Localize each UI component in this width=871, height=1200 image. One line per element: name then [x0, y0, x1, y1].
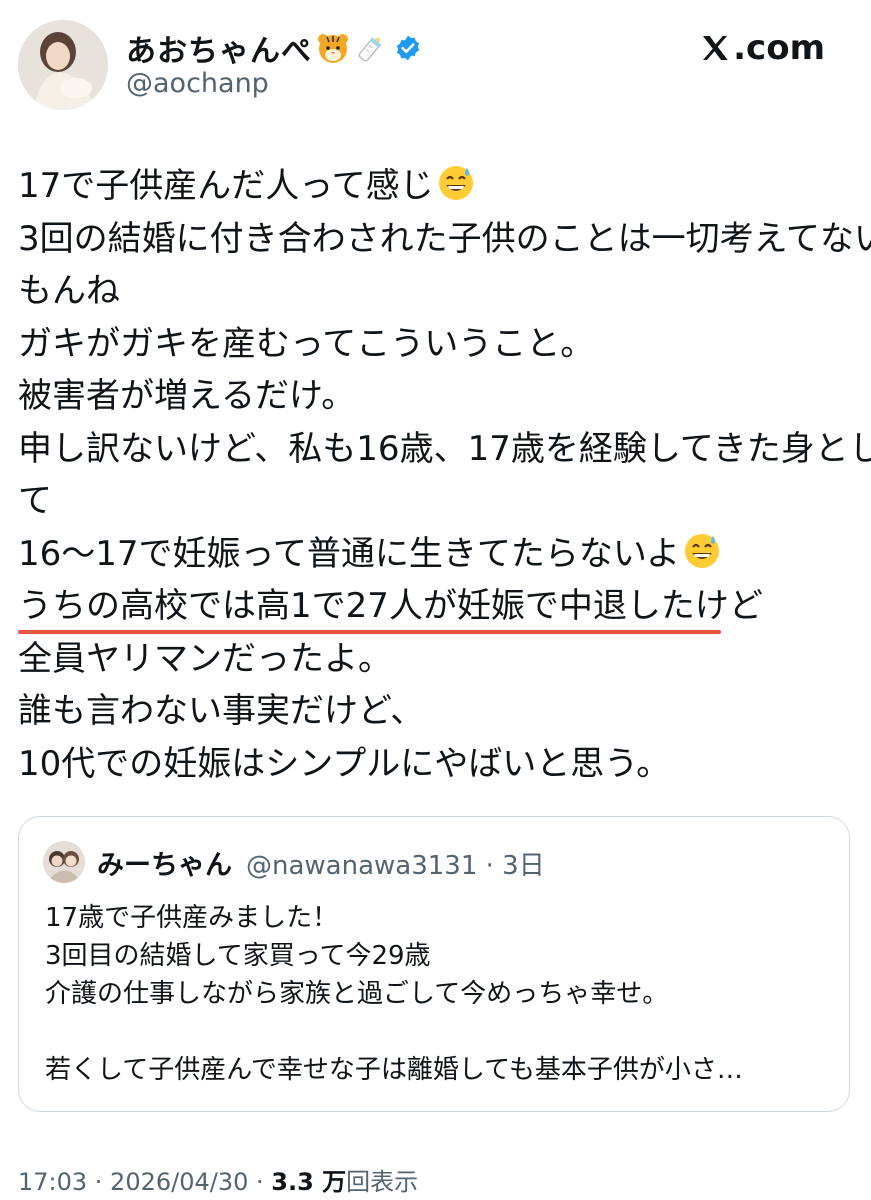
quoted-author-name[interactable]: みーちゃん	[97, 843, 232, 882]
author-avatar[interactable]	[18, 20, 108, 110]
tweet-text: 17で子供産んだ人って感じ 3回の結婚に付き合わされた子供のことは一切考えてない…	[18, 160, 871, 790]
tweet-line: 17で子供産んだ人って感じ	[18, 160, 858, 213]
tweet-line: 被害者が増えるだけ。	[18, 376, 356, 416]
tweet-header: あおちゃんぺ @aochanp .com	[0, 0, 871, 130]
tweet-line: ガキがガキを産むってこういうこと。	[18, 323, 595, 364]
quoted-line: 若くして子供産んで幸せな子は離婚しても基本子供が小さ…	[45, 1055, 743, 1085]
tweet-metadata: 17:03 · 2026/04/30 · 3.3 万回表示	[18, 1162, 418, 1197]
quoted-tweet-text: 17歳で子供産みました！ 3回目の結婚して家買って今29歳 介護の仕事しながら家…	[45, 899, 835, 1089]
tweet-line: 16〜17で妊娠って普通に生きてたらないよ	[18, 528, 858, 581]
brand-domain: .com	[733, 28, 825, 68]
tiger-face-emoji-icon	[316, 31, 350, 65]
tweet-line-highlighted: うちの高校では高1で27人が妊娠で中退したけど	[18, 580, 858, 634]
tweet-line: もんね	[18, 271, 120, 311]
author-handle[interactable]: @aochanp	[126, 68, 269, 99]
view-label: 回表示	[346, 1168, 419, 1196]
quoted-line-blank	[45, 1013, 835, 1051]
tweet-line: 誰も言わない事実だけど、	[18, 691, 425, 731]
tweet-line: 3回の結婚に付き合わされた子供のことは一切考えてない	[18, 218, 871, 259]
author-name-row: あおちゃんぺ	[126, 26, 422, 70]
quoted-author-avatar[interactable]	[43, 841, 85, 883]
quoted-tweet-card[interactable]: みーちゃん @nawanawa3131 · 3日 17歳で子供産みました！ 3回…	[18, 816, 850, 1112]
quoted-author-handle-time[interactable]: @nawanawa3131 · 3日	[246, 845, 545, 882]
tweet-line: 全員ヤリマンだったよ。	[18, 638, 392, 679]
quoted-line: 17歳で子供産みました！	[45, 903, 339, 933]
author-display-name[interactable]: あおちゃんぺ	[126, 26, 312, 70]
grinning-sweat-emoji-icon	[436, 163, 476, 203]
view-count: 3.3 万	[271, 1168, 347, 1196]
baby-bottle-emoji-icon	[354, 31, 388, 65]
quoted-line: 介護の仕事しながら家族と過ごして今めっちゃ幸せ。	[45, 979, 669, 1009]
tweet-timestamp[interactable]: 17:03 · 2026/04/30 ·	[18, 1168, 271, 1196]
x-logo-icon	[703, 36, 728, 60]
grinning-sweat-emoji-icon	[682, 531, 722, 571]
tweet-line: 10代での妊娠はシンプルにやばいと思う。	[18, 743, 671, 784]
tweet-line: 申し訳ないけど、私も16歳、17歳を経験してきた身とし	[18, 428, 871, 469]
quoted-tweet-header: みーちゃん @nawanawa3131 · 3日	[97, 843, 545, 882]
quoted-line: 3回目の結婚して家買って今29歳	[45, 941, 431, 971]
verified-badge-icon	[394, 34, 422, 62]
tweet-line: て	[18, 481, 52, 521]
x-brand: .com	[699, 28, 825, 68]
